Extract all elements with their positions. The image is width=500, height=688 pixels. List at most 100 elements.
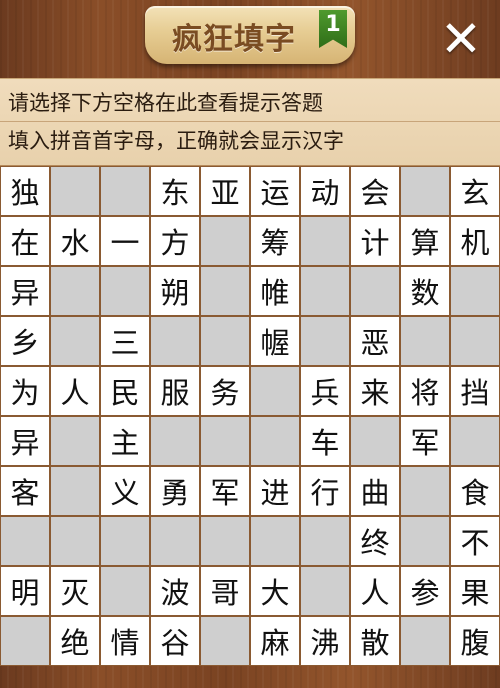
blank-cell[interactable] xyxy=(251,367,299,415)
letter-cell[interactable]: 人 xyxy=(51,367,99,415)
letter-cell[interactable]: 三 xyxy=(101,317,149,365)
letter-cell[interactable]: 幄 xyxy=(251,317,299,365)
blank-cell[interactable] xyxy=(301,217,349,265)
letter-cell[interactable]: 玄 xyxy=(451,167,499,215)
blank-cell[interactable] xyxy=(301,517,349,565)
letter-cell[interactable]: 算 xyxy=(401,217,449,265)
letter-cell[interactable]: 沸 xyxy=(301,617,349,665)
letter-cell[interactable]: 动 xyxy=(301,167,349,215)
letter-cell[interactable]: 帷 xyxy=(251,267,299,315)
blank-cell[interactable] xyxy=(401,467,449,515)
letter-cell[interactable]: 散 xyxy=(351,617,399,665)
blank-cell[interactable] xyxy=(101,267,149,315)
blank-cell[interactable] xyxy=(51,417,99,465)
letter-cell[interactable]: 不 xyxy=(451,517,499,565)
blank-cell[interactable] xyxy=(51,467,99,515)
letter-cell[interactable]: 军 xyxy=(401,417,449,465)
letter-cell[interactable]: 车 xyxy=(301,417,349,465)
letter-cell[interactable]: 明 xyxy=(1,567,49,615)
letter-cell[interactable]: 数 xyxy=(401,267,449,315)
blank-cell[interactable] xyxy=(251,417,299,465)
letter-cell[interactable]: 进 xyxy=(251,467,299,515)
letter-cell[interactable]: 绝 xyxy=(51,617,99,665)
letter-cell[interactable]: 运 xyxy=(251,167,299,215)
blank-cell[interactable] xyxy=(301,317,349,365)
blank-cell[interactable] xyxy=(401,317,449,365)
letter-cell[interactable]: 果 xyxy=(451,567,499,615)
letter-cell[interactable]: 方 xyxy=(151,217,199,265)
letter-cell[interactable]: 机 xyxy=(451,217,499,265)
letter-cell[interactable]: 民 xyxy=(101,367,149,415)
blank-cell[interactable] xyxy=(451,317,499,365)
letter-cell[interactable]: 挡 xyxy=(451,367,499,415)
letter-cell[interactable]: 曲 xyxy=(351,467,399,515)
blank-cell[interactable] xyxy=(101,167,149,215)
letter-cell[interactable]: 为 xyxy=(1,367,49,415)
blank-cell[interactable] xyxy=(201,317,249,365)
letter-cell[interactable]: 朔 xyxy=(151,267,199,315)
letter-cell[interactable]: 军 xyxy=(201,467,249,515)
letter-cell[interactable]: 将 xyxy=(401,367,449,415)
letter-cell[interactable]: 灭 xyxy=(51,567,99,615)
letter-cell[interactable]: 义 xyxy=(101,467,149,515)
letter-cell[interactable]: 大 xyxy=(251,567,299,615)
letter-cell[interactable]: 人 xyxy=(351,567,399,615)
blank-cell[interactable] xyxy=(101,517,149,565)
blank-cell[interactable] xyxy=(201,517,249,565)
letter-cell[interactable]: 筹 xyxy=(251,217,299,265)
letter-cell[interactable]: 哥 xyxy=(201,567,249,615)
blank-cell[interactable] xyxy=(451,267,499,315)
letter-cell[interactable]: 勇 xyxy=(151,467,199,515)
letter-cell[interactable]: 行 xyxy=(301,467,349,515)
blank-cell[interactable] xyxy=(351,417,399,465)
letter-cell[interactable]: 客 xyxy=(1,467,49,515)
letter-cell[interactable]: 来 xyxy=(351,367,399,415)
letter-cell[interactable]: 服 xyxy=(151,367,199,415)
blank-cell[interactable] xyxy=(151,317,199,365)
blank-cell[interactable] xyxy=(201,217,249,265)
blank-cell[interactable] xyxy=(201,617,249,665)
blank-cell[interactable] xyxy=(301,267,349,315)
letter-cell[interactable]: 会 xyxy=(351,167,399,215)
blank-cell[interactable] xyxy=(201,417,249,465)
letter-cell[interactable]: 一 xyxy=(101,217,149,265)
blank-cell[interactable] xyxy=(51,317,99,365)
letter-cell[interactable]: 麻 xyxy=(251,617,299,665)
letter-cell[interactable]: 主 xyxy=(101,417,149,465)
blank-cell[interactable] xyxy=(351,267,399,315)
blank-cell[interactable] xyxy=(451,417,499,465)
letter-cell[interactable]: 异 xyxy=(1,417,49,465)
blank-cell[interactable] xyxy=(151,517,199,565)
blank-cell[interactable] xyxy=(1,517,49,565)
blank-cell[interactable] xyxy=(101,567,149,615)
letter-cell[interactable]: 波 xyxy=(151,567,199,615)
blank-cell[interactable] xyxy=(51,267,99,315)
letter-cell[interactable]: 食 xyxy=(451,467,499,515)
letter-cell[interactable]: 谷 xyxy=(151,617,199,665)
letter-cell[interactable]: 乡 xyxy=(1,317,49,365)
close-icon[interactable]: ✕ xyxy=(436,14,486,64)
letter-cell[interactable]: 异 xyxy=(1,267,49,315)
blank-cell[interactable] xyxy=(401,167,449,215)
letter-cell[interactable]: 计 xyxy=(351,217,399,265)
letter-cell[interactable]: 亚 xyxy=(201,167,249,215)
blank-cell[interactable] xyxy=(251,517,299,565)
blank-cell[interactable] xyxy=(301,567,349,615)
letter-cell[interactable]: 兵 xyxy=(301,367,349,415)
blank-cell[interactable] xyxy=(151,417,199,465)
blank-cell[interactable] xyxy=(401,517,449,565)
letter-cell[interactable]: 在 xyxy=(1,217,49,265)
letter-cell[interactable]: 务 xyxy=(201,367,249,415)
letter-cell[interactable]: 恶 xyxy=(351,317,399,365)
blank-cell[interactable] xyxy=(51,167,99,215)
letter-cell[interactable]: 终 xyxy=(351,517,399,565)
blank-cell[interactable] xyxy=(51,517,99,565)
letter-cell[interactable]: 情 xyxy=(101,617,149,665)
blank-cell[interactable] xyxy=(201,267,249,315)
letter-cell[interactable]: 独 xyxy=(1,167,49,215)
letter-cell[interactable]: 参 xyxy=(401,567,449,615)
blank-cell[interactable] xyxy=(401,617,449,665)
letter-cell[interactable]: 腹 xyxy=(451,617,499,665)
letter-cell[interactable]: 水 xyxy=(51,217,99,265)
letter-cell[interactable]: 东 xyxy=(151,167,199,215)
